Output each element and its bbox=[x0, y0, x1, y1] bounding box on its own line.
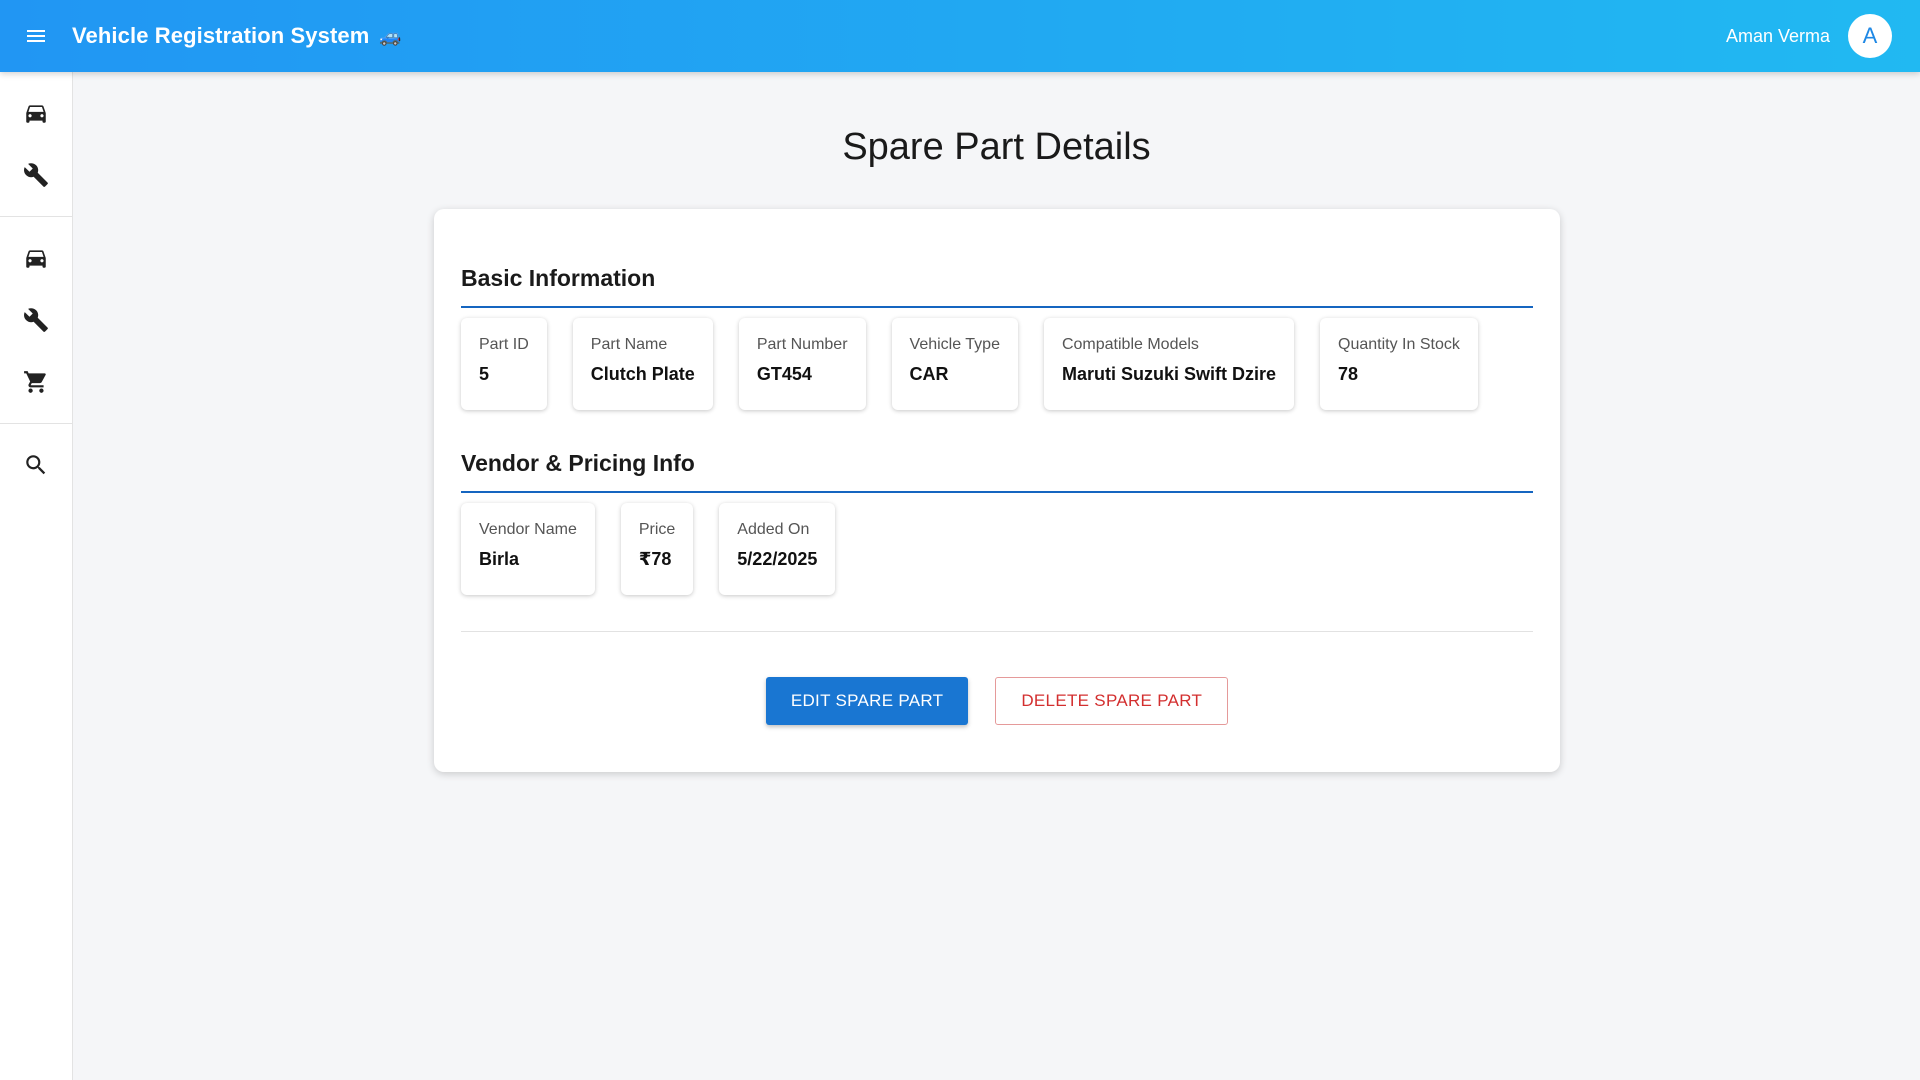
avatar[interactable]: A bbox=[1848, 14, 1892, 58]
car-icon bbox=[26, 105, 46, 123]
field-value: 5/22/2025 bbox=[737, 549, 818, 569]
card-actions: EDIT SPARE PART DELETE SPARE PART bbox=[461, 677, 1533, 725]
car-emoji-icon: 🚙 bbox=[379, 25, 402, 46]
sidebar-group-2 bbox=[0, 217, 72, 424]
vendor-info-fields: Vendor Name Birla Price ₹78 Added On 5/2… bbox=[461, 503, 1533, 595]
field-label: Part Number bbox=[756, 336, 848, 353]
menu-icon bbox=[27, 30, 45, 42]
field-part-name: Part Name Clutch Plate bbox=[572, 318, 713, 410]
field-value: Clutch Plate bbox=[590, 364, 695, 384]
field-value: GT454 bbox=[756, 364, 812, 384]
field-label: Price bbox=[638, 521, 676, 538]
sidebar-group-3 bbox=[0, 424, 72, 506]
wrench-icon bbox=[24, 163, 48, 187]
app-title-group: Vehicle Registration System 🚙 bbox=[72, 23, 402, 49]
basic-info-fields: Part ID 5 Part Name Clutch Plate Part Nu… bbox=[461, 318, 1533, 410]
field-label: Part ID bbox=[479, 336, 529, 353]
sidebar bbox=[0, 72, 73, 1080]
edit-spare-part-button[interactable]: EDIT SPARE PART bbox=[765, 677, 969, 725]
field-label: Part Name bbox=[590, 336, 668, 353]
details-card: Basic Information Part ID 5 Part Name Cl… bbox=[434, 209, 1560, 772]
field-part-id: Part ID 5 bbox=[461, 318, 547, 410]
field-value: Birla bbox=[479, 549, 520, 569]
field-label: Added On bbox=[737, 521, 810, 538]
card-divider bbox=[461, 631, 1533, 632]
user-name: Aman Verma bbox=[1725, 25, 1830, 46]
menu-button[interactable] bbox=[0, 0, 72, 72]
field-quantity-in-stock: Quantity In Stock 78 bbox=[1320, 318, 1478, 410]
field-label: Compatible Models bbox=[1061, 336, 1199, 353]
sidebar-item-cart[interactable] bbox=[0, 351, 72, 413]
wrench-icon bbox=[24, 308, 48, 332]
field-vendor-name: Vendor Name Birla bbox=[461, 503, 595, 595]
basic-info-title: Basic Information bbox=[461, 265, 1533, 308]
field-value: Maruti Suzuki Swift Dzire bbox=[1061, 364, 1276, 384]
sidebar-item-part-list[interactable] bbox=[0, 289, 72, 351]
field-label: Quantity In Stock bbox=[1338, 336, 1460, 353]
field-label: Vendor Name bbox=[479, 521, 577, 538]
field-added-on: Added On 5/22/2025 bbox=[719, 503, 836, 595]
field-vehicle-type: Vehicle Type CAR bbox=[891, 318, 1018, 410]
field-value: ₹78 bbox=[638, 549, 672, 569]
field-label: Vehicle Type bbox=[909, 336, 1000, 353]
main-content: Spare Part Details Basic Information Par… bbox=[73, 72, 1920, 1080]
delete-spare-part-button[interactable]: DELETE SPARE PART bbox=[995, 677, 1229, 725]
field-value: CAR bbox=[909, 364, 949, 384]
vendor-info-title: Vendor & Pricing Info bbox=[461, 450, 1533, 493]
field-value: 78 bbox=[1338, 364, 1359, 384]
app-title: Vehicle Registration System bbox=[72, 23, 370, 48]
sidebar-group-1 bbox=[0, 72, 72, 217]
field-part-number: Part Number GT454 bbox=[738, 318, 866, 410]
sidebar-item-search[interactable] bbox=[0, 434, 72, 496]
user-area: Aman Verma A bbox=[1726, 14, 1892, 58]
car-icon bbox=[26, 250, 46, 268]
field-price: Price ₹78 bbox=[620, 503, 694, 595]
sidebar-item-spare-parts[interactable] bbox=[0, 144, 72, 206]
field-compatible-models: Compatible Models Maruti Suzuki Swift Dz… bbox=[1043, 318, 1294, 410]
page-title: Spare Part Details bbox=[842, 126, 1151, 168]
app-bar: Vehicle Registration System 🚙 Aman Verma… bbox=[0, 0, 1920, 72]
sidebar-item-vehicles[interactable] bbox=[0, 82, 72, 144]
sidebar-item-vehicle-list[interactable] bbox=[0, 227, 72, 289]
cart-icon bbox=[24, 371, 46, 393]
field-value: 5 bbox=[479, 364, 490, 384]
search-icon bbox=[26, 455, 46, 475]
